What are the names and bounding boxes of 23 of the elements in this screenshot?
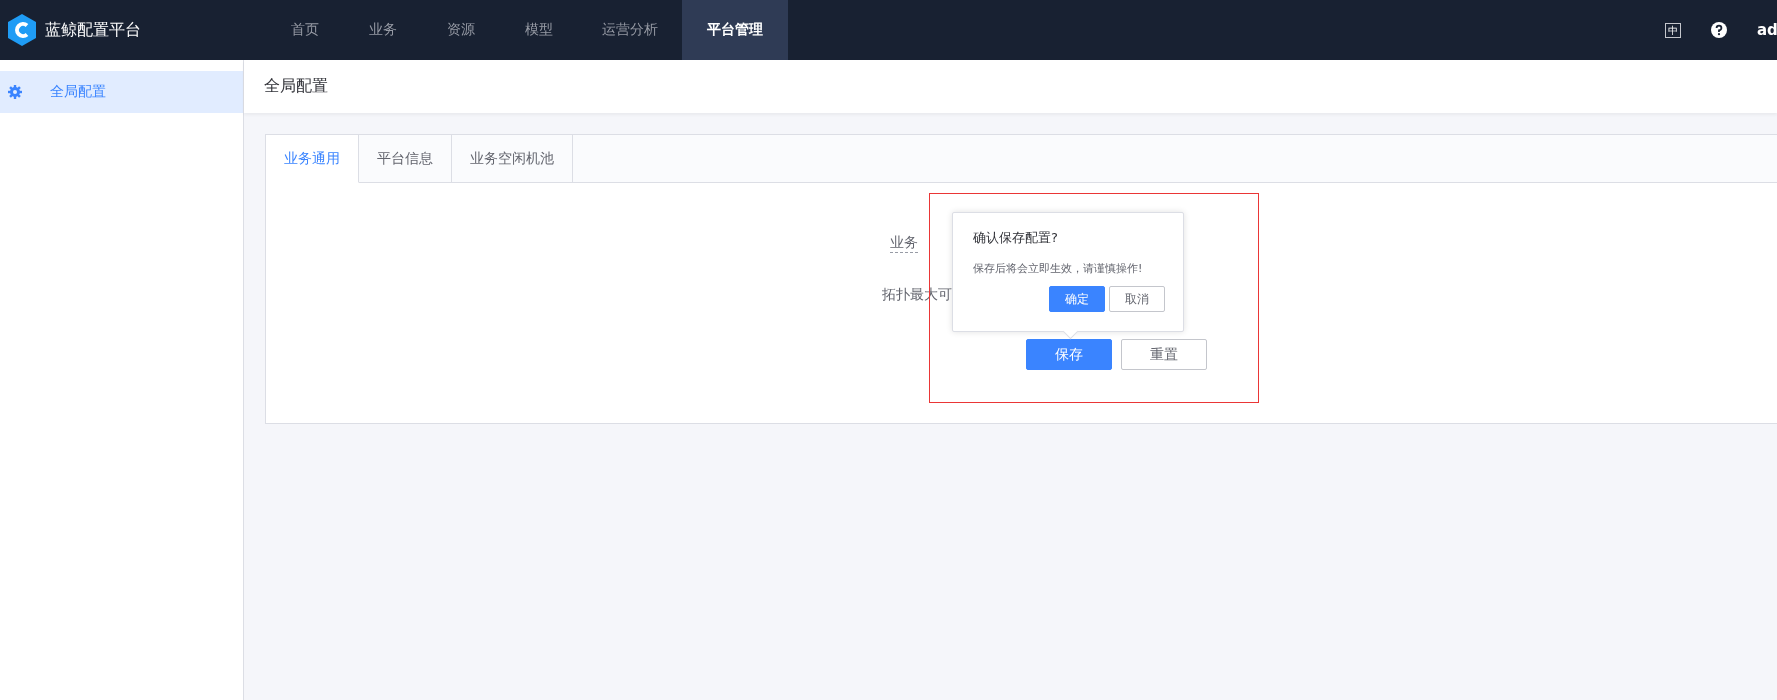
brand-name: 蓝鲸配置平台 [45, 19, 141, 41]
popover-message: 保存后将会立即生效，请谨慎操作! [973, 261, 1144, 276]
language-icon[interactable]: 中 [1665, 22, 1681, 38]
cancel-button[interactable]: 取消 [1109, 286, 1165, 312]
nav-tab[interactable]: 首页 [266, 0, 344, 60]
tab[interactable]: 平台信息 [359, 135, 452, 183]
field-label: 业务 [890, 232, 918, 253]
nav-tab[interactable]: 模型 [500, 0, 578, 60]
help-icon[interactable] [1711, 22, 1727, 38]
nav-tab[interactable]: 业务 [344, 0, 422, 60]
tab[interactable]: 业务空闲机池 [452, 135, 573, 183]
confirm-button[interactable]: 确定 [1049, 286, 1105, 312]
reset-button[interactable]: 重置 [1121, 339, 1207, 370]
nav-tab[interactable]: 资源 [422, 0, 500, 60]
page-title: 全局配置 [264, 76, 328, 97]
popover-title: 确认保存配置? [973, 229, 1059, 247]
gear-icon [8, 85, 22, 99]
user-name[interactable]: ad [1757, 21, 1777, 39]
nav-tab[interactable]: 运营分析 [578, 0, 682, 60]
logo-icon [8, 14, 36, 46]
sidebar-item[interactable]: 全局配置 [0, 71, 243, 113]
save-button[interactable]: 保存 [1026, 339, 1112, 370]
nav-tab[interactable]: 平台管理 [682, 0, 788, 60]
